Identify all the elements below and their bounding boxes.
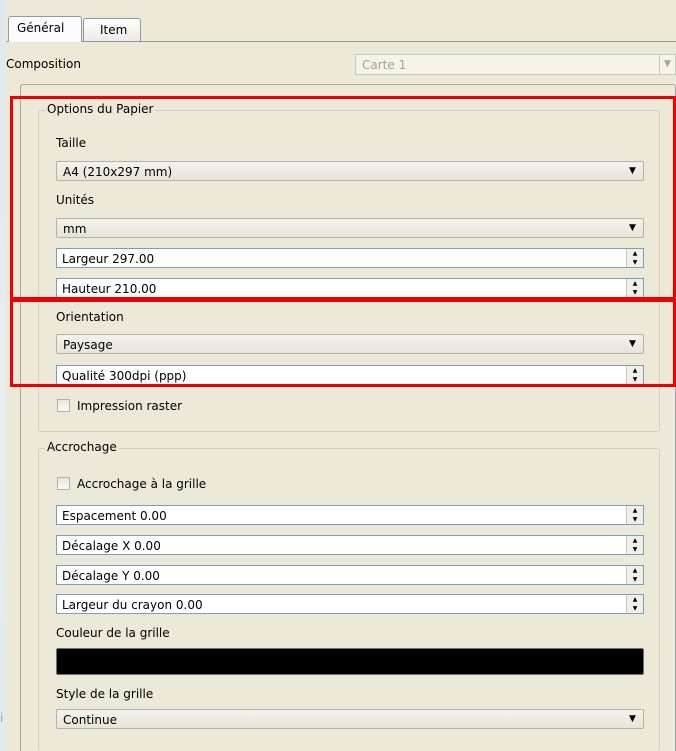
tab-divider: [6, 41, 676, 42]
grid-color-button[interactable]: [56, 648, 644, 675]
grid-color-label: Couleur de la grille: [56, 626, 170, 640]
spacing-value: Espacement 0.00: [62, 509, 167, 523]
arrow-down-icon[interactable]: ▼: [627, 515, 643, 524]
arrow-down-icon[interactable]: ▼: [627, 545, 643, 554]
offset-y-stepper[interactable]: ▲ ▼: [626, 566, 643, 584]
grid-style-label: Style de la grille: [56, 687, 154, 701]
offset-y-spinbox[interactable]: Décalage Y 0.00 ▲ ▼: [56, 565, 644, 585]
chevron-down-icon: ▼: [629, 714, 636, 724]
composition-select[interactable]: Carte 1 ▼: [355, 54, 676, 75]
background-text-fragment: i: [0, 711, 4, 725]
spacing-stepper[interactable]: ▲ ▼: [626, 506, 643, 524]
grid-style-select[interactable]: Continue ▼: [56, 709, 644, 729]
arrow-down-icon[interactable]: ▼: [627, 575, 643, 584]
snap-title: Accrochage: [45, 440, 119, 454]
arrow-up-icon[interactable]: ▲: [627, 566, 643, 575]
composition-value: Carte 1: [362, 58, 407, 72]
tab-item-label: Item: [100, 23, 128, 37]
arrow-down-icon[interactable]: ▼: [627, 604, 643, 613]
tab-item[interactable]: Item: [83, 18, 141, 41]
pen-width-value: Largeur du crayon 0.00: [62, 598, 203, 612]
pen-width-stepper[interactable]: ▲ ▼: [626, 595, 643, 613]
spacing-spinbox[interactable]: Espacement 0.00 ▲ ▼: [56, 505, 644, 525]
offset-x-spinbox[interactable]: Décalage X 0.00 ▲ ▼: [56, 535, 644, 555]
grid-style-value: Continue: [63, 713, 117, 727]
highlight-box-orientation: [10, 297, 676, 387]
composition-label: Composition: [6, 57, 81, 71]
chevron-down-icon: ▼: [659, 55, 675, 74]
snap-grid-checkbox[interactable]: [57, 477, 70, 490]
snap-grid-label: Accrochage à la grille: [77, 477, 207, 491]
offset-x-stepper[interactable]: ▲ ▼: [626, 536, 643, 554]
tab-general[interactable]: Général: [8, 16, 82, 42]
highlight-box-paper-size: [10, 96, 676, 302]
arrow-up-icon[interactable]: ▲: [627, 595, 643, 604]
tab-general-label: Général: [17, 21, 65, 35]
arrow-up-icon[interactable]: ▲: [627, 536, 643, 545]
raster-checkbox[interactable]: [57, 399, 70, 412]
offset-x-value: Décalage X 0.00: [62, 539, 161, 553]
offset-y-value: Décalage Y 0.00: [62, 569, 160, 583]
raster-label: Impression raster: [77, 399, 183, 413]
pen-width-spinbox[interactable]: Largeur du crayon 0.00 ▲ ▼: [56, 594, 644, 614]
arrow-up-icon[interactable]: ▲: [627, 506, 643, 515]
